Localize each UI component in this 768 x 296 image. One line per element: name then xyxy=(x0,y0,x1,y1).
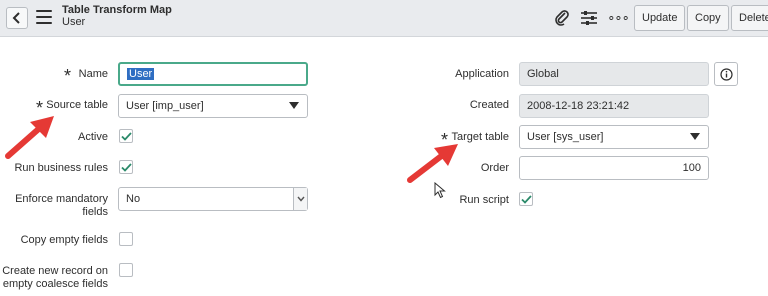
chevron-down-icon xyxy=(293,188,307,210)
enforce-mandatory-label-line2: fields xyxy=(82,206,108,218)
create-new-record-checkbox[interactable] xyxy=(119,263,133,277)
enforce-mandatory-label-line1: Enforce mandatory xyxy=(15,193,108,205)
target-table-select[interactable]: User [sys_user] xyxy=(519,125,709,149)
caret-down-icon xyxy=(289,102,299,109)
application-field: Global xyxy=(519,62,709,86)
create-new-record-label-line1: Create new record on xyxy=(2,265,108,277)
create-new-record-label: Create new record on empty coalesce fiel… xyxy=(2,265,108,291)
settings-sliders-icon[interactable] xyxy=(580,9,598,27)
application-info-button[interactable] xyxy=(714,62,738,86)
enforce-mandatory-value: No xyxy=(126,193,141,205)
order-label: Order xyxy=(480,162,509,174)
enforce-mandatory-select[interactable]: No xyxy=(118,187,308,211)
active-checkbox[interactable] xyxy=(119,129,133,143)
application-label: Application xyxy=(455,68,509,80)
chevron-left-icon xyxy=(12,12,20,24)
name-value: User xyxy=(127,68,155,80)
create-new-record-label-line2: empty coalesce fields xyxy=(2,278,108,290)
check-icon xyxy=(120,131,132,141)
copy-empty-fields-checkbox[interactable] xyxy=(119,232,133,246)
check-icon xyxy=(520,194,532,204)
update-button[interactable]: Update xyxy=(634,5,686,31)
source-table-label: Source table xyxy=(46,99,108,111)
created-field: 2008-12-18 23:21:42 xyxy=(519,94,709,118)
run-script-label: Run script xyxy=(459,194,509,206)
menu-icon[interactable] xyxy=(36,10,52,24)
run-script-checkbox[interactable] xyxy=(519,192,533,206)
attachment-icon[interactable] xyxy=(553,9,571,27)
order-input[interactable]: 100 xyxy=(519,156,709,180)
active-label: Active xyxy=(78,131,108,143)
annotation-arrow-icon xyxy=(5,116,54,159)
enforce-mandatory-label: Enforce mandatory fields xyxy=(15,193,108,219)
copy-empty-fields-label: Copy empty fields xyxy=(20,234,108,246)
required-marker: * xyxy=(64,66,72,86)
created-label: Created xyxy=(469,99,509,111)
info-icon xyxy=(719,67,733,81)
header-title-block: Table Transform Map User xyxy=(62,4,172,28)
back-button[interactable] xyxy=(6,7,28,29)
order-value: 100 xyxy=(682,162,701,174)
caret-down-icon xyxy=(690,133,700,140)
page-subtitle: User xyxy=(62,16,86,28)
target-table-value: User [sys_user] xyxy=(527,131,604,143)
created-value: 2008-12-18 23:21:42 xyxy=(527,100,630,112)
name-label: Name xyxy=(78,68,108,80)
check-icon xyxy=(120,162,132,172)
source-table-select[interactable]: User [imp_user] xyxy=(118,94,308,118)
delete-button[interactable]: Delete xyxy=(731,5,768,31)
page-title: Table Transform Map xyxy=(62,4,172,16)
more-options-icon[interactable]: ∘∘∘ xyxy=(607,9,629,27)
annotation-arrow-icon xyxy=(407,144,458,183)
copy-button[interactable]: Copy xyxy=(687,5,729,31)
source-table-value: User [imp_user] xyxy=(126,100,204,112)
form-header: Table Transform Map User ∘∘∘ Update Copy… xyxy=(0,0,768,37)
name-input[interactable]: User xyxy=(118,62,308,86)
application-value: Global xyxy=(527,68,559,80)
run-business-rules-checkbox[interactable] xyxy=(119,160,133,174)
